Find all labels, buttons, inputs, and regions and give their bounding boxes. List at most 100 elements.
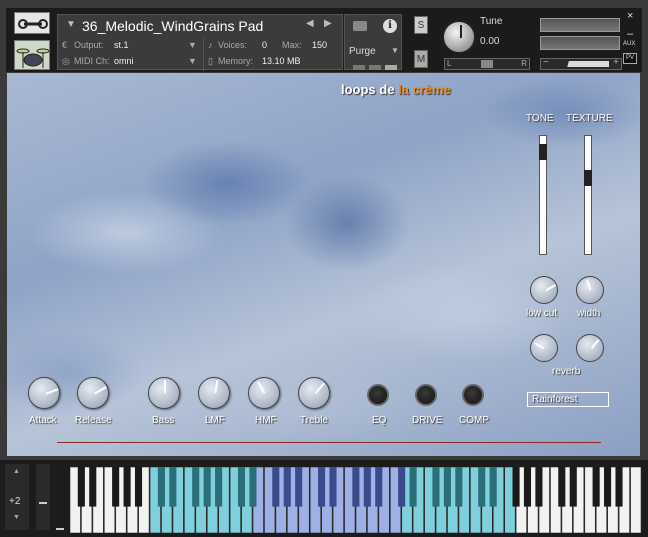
black-key[interactable] bbox=[535, 467, 543, 507]
black-key[interactable] bbox=[249, 467, 257, 507]
knob-needle bbox=[45, 388, 59, 395]
pv-button[interactable]: PV bbox=[623, 53, 637, 64]
octave-up-icon[interactable]: ▲ bbox=[13, 468, 20, 475]
knob-needle bbox=[534, 342, 545, 350]
black-key[interactable] bbox=[112, 467, 120, 507]
midi-channel-value[interactable]: omni bbox=[114, 56, 134, 66]
midi-dropdown-icon[interactable]: ▼ bbox=[188, 56, 197, 66]
lmf-label: LMF bbox=[205, 415, 225, 426]
black-key[interactable] bbox=[157, 467, 165, 507]
knob-needle bbox=[545, 284, 556, 292]
octave-control[interactable]: ▲ +2 ▼ bbox=[5, 464, 29, 530]
wrench-button[interactable] bbox=[14, 12, 50, 34]
black-key[interactable] bbox=[89, 467, 97, 507]
instrument-name-box: ▼ 36_Melodic_WindGrains Pad ◀ ▶ € Output… bbox=[57, 14, 343, 71]
black-key[interactable] bbox=[398, 467, 406, 507]
snapshot-purge-box: i Purge ▼ bbox=[344, 14, 402, 70]
release-label: Release bbox=[75, 415, 112, 426]
output-label: Output: bbox=[74, 40, 104, 50]
next-instrument-icon[interactable]: ▶ bbox=[324, 18, 332, 29]
instrument-icon-button[interactable] bbox=[14, 40, 50, 70]
texture-slider[interactable] bbox=[584, 135, 592, 255]
pitch-wheel[interactable] bbox=[36, 464, 50, 530]
black-key[interactable] bbox=[192, 467, 200, 507]
black-key[interactable] bbox=[604, 467, 612, 507]
black-key[interactable] bbox=[512, 467, 520, 507]
black-key[interactable] bbox=[295, 467, 303, 507]
black-key[interactable] bbox=[134, 467, 143, 507]
black-key[interactable] bbox=[283, 467, 291, 507]
solo-button[interactable]: S bbox=[414, 16, 428, 34]
black-key[interactable] bbox=[375, 467, 383, 507]
previous-instrument-icon[interactable]: ◀ bbox=[306, 18, 314, 29]
tone-slider-thumb[interactable] bbox=[539, 144, 547, 161]
pan-handle[interactable] bbox=[481, 60, 493, 68]
black-key[interactable] bbox=[443, 467, 451, 507]
black-key[interactable] bbox=[363, 467, 371, 507]
black-key[interactable] bbox=[489, 467, 497, 507]
output-value[interactable]: st.1 bbox=[114, 40, 129, 50]
piano-keyboard[interactable] bbox=[70, 467, 642, 533]
max-voices-value[interactable]: 150 bbox=[312, 40, 327, 50]
black-key[interactable] bbox=[523, 467, 532, 507]
mod-wheel-marker[interactable] bbox=[56, 528, 64, 530]
midi-channel-label: MIDI Ch: bbox=[74, 56, 110, 66]
black-key[interactable] bbox=[237, 467, 246, 507]
lmf-knob[interactable] bbox=[198, 377, 230, 409]
black-key[interactable] bbox=[432, 467, 440, 507]
reverb-knob-2[interactable] bbox=[576, 334, 604, 362]
attack-knob[interactable] bbox=[28, 377, 60, 409]
hmf-knob[interactable] bbox=[248, 377, 280, 409]
treble-knob[interactable] bbox=[298, 377, 330, 409]
purge-button[interactable]: Purge bbox=[349, 46, 376, 57]
black-key[interactable] bbox=[169, 467, 177, 507]
aux-button[interactable]: AUX bbox=[623, 41, 635, 47]
midi-icon: ◎ bbox=[62, 56, 70, 66]
width-knob[interactable] bbox=[576, 276, 604, 304]
memory-icon: ▯ bbox=[208, 56, 213, 66]
black-key[interactable] bbox=[558, 467, 566, 507]
black-key[interactable] bbox=[123, 467, 131, 507]
black-key[interactable] bbox=[455, 467, 463, 507]
black-key[interactable] bbox=[478, 467, 486, 507]
comp-button[interactable] bbox=[462, 384, 484, 406]
mute-button[interactable]: M bbox=[414, 50, 428, 68]
volume-slider[interactable]: − + bbox=[540, 57, 622, 70]
black-key[interactable] bbox=[77, 467, 85, 507]
octave-value: +2 bbox=[9, 496, 21, 507]
instrument-name[interactable]: 36_Melodic_WindGrains Pad bbox=[82, 18, 263, 34]
eq-label: EQ bbox=[372, 415, 387, 426]
preset-selector[interactable]: Rainforest bbox=[527, 392, 609, 407]
black-key[interactable] bbox=[409, 467, 417, 507]
instrument-menu-arrow-icon[interactable]: ▼ bbox=[66, 19, 76, 30]
tune-knob[interactable] bbox=[442, 20, 476, 54]
black-key[interactable] bbox=[592, 467, 600, 507]
black-key[interactable] bbox=[352, 467, 360, 507]
black-key[interactable] bbox=[203, 467, 211, 507]
pan-slider[interactable]: L R bbox=[444, 58, 530, 70]
black-key[interactable] bbox=[569, 467, 577, 507]
black-key[interactable] bbox=[272, 467, 280, 507]
tone-slider[interactable] bbox=[539, 135, 547, 255]
white-key[interactable] bbox=[630, 467, 642, 533]
octave-down-icon[interactable]: ▼ bbox=[13, 514, 20, 521]
treble-label: Treble bbox=[300, 415, 328, 426]
black-key[interactable] bbox=[318, 467, 326, 507]
eq-button[interactable] bbox=[367, 384, 389, 406]
camera-icon[interactable] bbox=[353, 21, 367, 31]
purge-dropdown-icon[interactable]: ▼ bbox=[391, 46, 399, 55]
low-cut-knob[interactable] bbox=[530, 276, 558, 304]
bass-knob[interactable] bbox=[148, 377, 180, 409]
output-dropdown-icon[interactable]: ▼ bbox=[188, 40, 197, 50]
close-icon[interactable]: × bbox=[627, 10, 633, 22]
drive-button[interactable] bbox=[415, 384, 437, 406]
black-key[interactable] bbox=[329, 467, 337, 507]
black-key[interactable] bbox=[615, 467, 623, 507]
release-knob[interactable] bbox=[77, 377, 109, 409]
pan-right-label: R bbox=[521, 59, 527, 68]
info-icon[interactable]: i bbox=[383, 19, 397, 33]
texture-slider-thumb[interactable] bbox=[584, 170, 592, 187]
black-key[interactable] bbox=[215, 467, 223, 507]
minimize-icon[interactable]: – bbox=[627, 28, 633, 40]
reverb-knob-1[interactable] bbox=[530, 334, 558, 362]
